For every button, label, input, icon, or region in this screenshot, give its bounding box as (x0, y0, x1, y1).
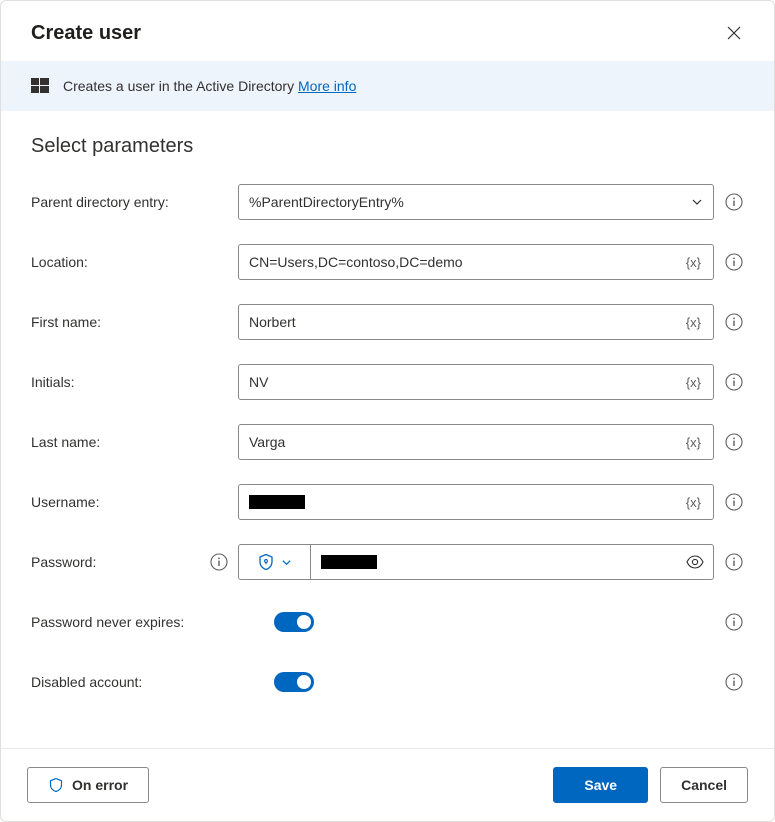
password-reveal-button[interactable] (677, 552, 713, 572)
cancel-button[interactable]: Cancel (660, 767, 748, 803)
info-icon (725, 253, 743, 271)
never-expires-toggle[interactable] (274, 612, 314, 632)
username-input[interactable]: {x} (238, 484, 714, 520)
info-icon (725, 673, 743, 691)
password-type-dropdown[interactable] (239, 545, 311, 579)
label-location: Location: (31, 254, 238, 270)
shield-icon (48, 777, 64, 793)
dialog-footer: On error Save Cancel (1, 748, 774, 821)
info-icon (725, 193, 743, 211)
label-password: Password: (31, 553, 238, 571)
last-name-input[interactable]: Varga {x} (238, 424, 714, 460)
save-button[interactable]: Save (553, 767, 648, 803)
info-icon (725, 553, 743, 571)
row-initials: Initials: NV {x} (31, 364, 744, 400)
info-icon (725, 613, 743, 631)
info-icon (210, 553, 228, 571)
initials-value: NV (249, 374, 268, 390)
banner-text: Creates a user in the Active Directory M… (63, 78, 356, 94)
parent-directory-select[interactable]: %ParentDirectoryEntry% (238, 184, 714, 220)
username-value-redacted (249, 495, 305, 509)
variable-picker-username[interactable]: {x} (684, 495, 703, 510)
info-icon (725, 433, 743, 451)
label-first-name: First name: (31, 314, 238, 330)
close-icon (727, 26, 741, 40)
info-password-label[interactable] (210, 553, 228, 571)
windows-icon (31, 77, 49, 95)
row-first-name: First name: Norbert {x} (31, 304, 744, 340)
variable-picker-first-name[interactable]: {x} (684, 315, 703, 330)
info-icon (725, 493, 743, 511)
info-never-expires[interactable] (724, 612, 744, 632)
info-disabled-account[interactable] (724, 672, 744, 692)
password-input[interactable] (311, 555, 677, 569)
row-never-expires: Password never expires: (31, 604, 744, 640)
variable-picker-initials[interactable]: {x} (684, 375, 703, 390)
row-last-name: Last name: Varga {x} (31, 424, 744, 460)
create-user-dialog: Create user Creates a user in the Active… (0, 0, 775, 822)
cancel-label: Cancel (681, 777, 727, 793)
dialog-header: Create user (1, 1, 774, 61)
info-icon (725, 373, 743, 391)
on-error-button[interactable]: On error (27, 767, 149, 803)
chevron-down-icon (691, 196, 703, 208)
last-name-value: Varga (249, 434, 285, 450)
row-password: Password: (31, 544, 744, 580)
chevron-down-icon (281, 557, 292, 568)
info-location[interactable] (724, 252, 744, 272)
info-last-name[interactable] (724, 432, 744, 452)
row-location: Location: CN=Users,DC=contoso,DC=demo {x… (31, 244, 744, 280)
toggle-knob (297, 675, 311, 689)
close-button[interactable] (720, 19, 748, 47)
label-last-name: Last name: (31, 434, 238, 450)
first-name-input[interactable]: Norbert {x} (238, 304, 714, 340)
section-title: Select parameters (31, 135, 744, 158)
label-initials: Initials: (31, 374, 238, 390)
info-password[interactable] (724, 552, 744, 572)
dialog-content: Select parameters Parent directory entry… (1, 111, 774, 748)
save-label: Save (584, 777, 617, 793)
dialog-title: Create user (31, 22, 141, 45)
password-value-redacted (321, 555, 377, 569)
info-icon (725, 313, 743, 331)
variable-picker-last-name[interactable]: {x} (684, 435, 703, 450)
info-first-name[interactable] (724, 312, 744, 332)
parent-directory-value: %ParentDirectoryEntry% (249, 194, 404, 210)
info-initials[interactable] (724, 372, 744, 392)
info-parent-directory[interactable] (724, 192, 744, 212)
location-input[interactable]: CN=Users,DC=contoso,DC=demo {x} (238, 244, 714, 280)
disabled-account-toggle[interactable] (274, 672, 314, 692)
info-banner: Creates a user in the Active Directory M… (1, 61, 774, 111)
password-input-group (238, 544, 714, 580)
toggle-knob (297, 615, 311, 629)
shield-lock-icon (257, 553, 275, 571)
label-username: Username: (31, 494, 238, 510)
on-error-label: On error (72, 777, 128, 793)
more-info-link[interactable]: More info (298, 78, 356, 94)
label-parent-directory: Parent directory entry: (31, 194, 238, 210)
label-never-expires: Password never expires: (31, 614, 238, 630)
row-username: Username: {x} (31, 484, 744, 520)
location-value: CN=Users,DC=contoso,DC=demo (249, 254, 463, 270)
row-parent-directory: Parent directory entry: %ParentDirectory… (31, 184, 744, 220)
variable-picker-location[interactable]: {x} (684, 255, 703, 270)
first-name-value: Norbert (249, 314, 296, 330)
info-username[interactable] (724, 492, 744, 512)
eye-icon (685, 552, 705, 572)
initials-input[interactable]: NV {x} (238, 364, 714, 400)
row-disabled-account: Disabled account: (31, 664, 744, 700)
label-disabled-account: Disabled account: (31, 674, 238, 690)
